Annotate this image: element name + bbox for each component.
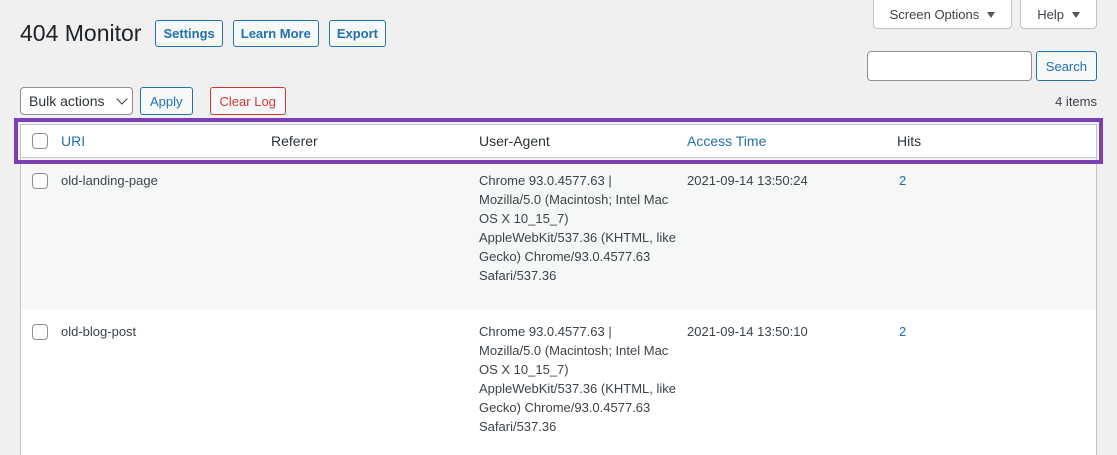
- column-user-agent: User-Agent: [479, 133, 550, 149]
- learn-more-button[interactable]: Learn More: [232, 20, 319, 47]
- row-uri: old-blog-post: [61, 324, 137, 339]
- page-title: 404 Monitor: [20, 20, 142, 46]
- row-checkbox[interactable]: [32, 324, 48, 340]
- table-row: old-landing-page Chrome 93.0.4577.63 | M…: [20, 158, 1097, 309]
- search-input[interactable]: [866, 51, 1032, 81]
- column-referer: Referer: [271, 133, 318, 149]
- row-hits-link[interactable]: 2: [897, 322, 1096, 341]
- screen-meta-links: Screen Options Help: [872, 0, 1097, 29]
- screen-options-label: Screen Options: [889, 6, 980, 22]
- tablenav-top: Bulk actions Apply Clear Log 4 items: [20, 87, 1097, 115]
- column-hits: Hits: [897, 133, 922, 149]
- row-access-time: 2021-09-14 13:50:24: [687, 173, 808, 188]
- row-user-agent: Chrome 93.0.4577.63 | Mozilla/5.0 (Macin…: [479, 173, 677, 283]
- select-all-cell: [21, 133, 61, 149]
- select-all-checkbox[interactable]: [32, 133, 48, 149]
- row-access-time: 2021-09-14 13:50:10: [687, 324, 808, 339]
- page-header: 404 Monitor Settings Learn More Export: [20, 19, 396, 48]
- column-uri[interactable]: URI: [61, 133, 85, 149]
- caret-down-icon: [1072, 11, 1080, 18]
- caret-down-icon: [987, 11, 996, 18]
- row-checkbox[interactable]: [32, 173, 48, 189]
- screen-options-button[interactable]: Screen Options: [872, 0, 1013, 29]
- table-header-row: URI Referer User-Agent Access Time Hits: [14, 118, 1103, 164]
- row-uri: old-landing-page: [61, 173, 158, 188]
- export-button[interactable]: Export: [328, 20, 387, 47]
- search-box: Search: [866, 51, 1097, 81]
- column-access-time[interactable]: Access Time: [687, 133, 766, 149]
- search-button[interactable]: Search: [1035, 51, 1097, 81]
- items-count: 4 items: [1055, 93, 1097, 109]
- chevron-down-icon: [116, 93, 128, 105]
- row-hits-link[interactable]: 2: [897, 171, 1096, 190]
- apply-button[interactable]: Apply: [140, 87, 193, 115]
- row-user-agent: Chrome 93.0.4577.63 | Mozilla/5.0 (Macin…: [479, 324, 677, 434]
- help-label: Help: [1037, 6, 1064, 22]
- settings-button[interactable]: Settings: [155, 20, 223, 47]
- help-button[interactable]: Help: [1020, 0, 1097, 29]
- monitor-table: URI Referer User-Agent Access Time Hits …: [14, 118, 1103, 455]
- bulk-actions-select[interactable]: Bulk actions: [20, 87, 133, 115]
- table-row: old-blog-post Chrome 93.0.4577.63 | Mozi…: [20, 309, 1097, 455]
- bulk-actions-label: Bulk actions: [29, 93, 105, 109]
- clear-log-button[interactable]: Clear Log: [209, 87, 286, 115]
